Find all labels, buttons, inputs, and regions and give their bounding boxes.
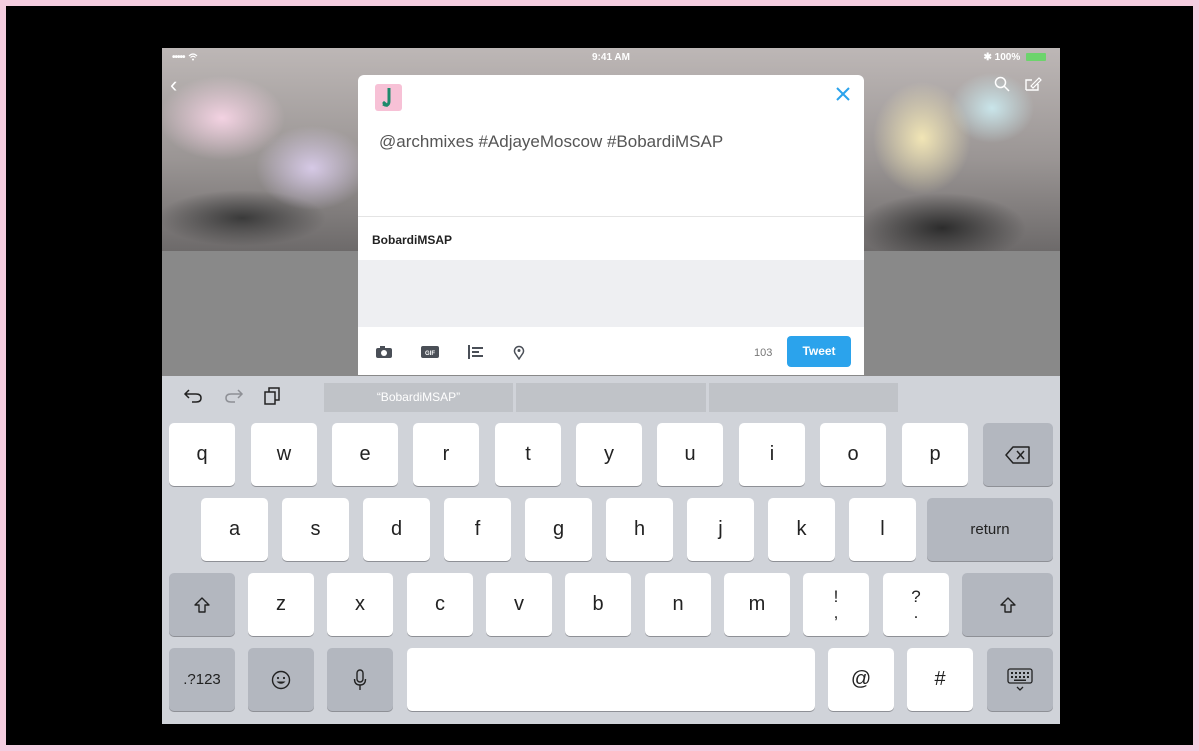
back-chevron-icon[interactable]: ‹ (170, 72, 177, 98)
character-count: 103 (754, 347, 773, 359)
paste-icon[interactable] (263, 387, 281, 405)
status-time: 9:41 AM (592, 52, 630, 63)
ipad-screen: ••••• 9:41 AM ✱ 100% ‹ @archmixes #Adjay… (162, 48, 1060, 724)
key-g[interactable]: g (525, 498, 592, 561)
poll-icon[interactable] (467, 345, 485, 359)
key-i[interactable]: i (739, 423, 805, 486)
tweet-text-field[interactable]: @archmixes #AdjayeMoscow #BobardiMSAP (379, 132, 723, 152)
emoji-key[interactable] (248, 648, 314, 711)
key-s[interactable]: s (282, 498, 349, 561)
keyboard: “BobardiMSAP” q w e r t y u i o p a s d … (162, 376, 1060, 724)
compose-icon[interactable] (1024, 76, 1042, 92)
shift-key-left[interactable] (169, 573, 235, 636)
return-key[interactable]: return (927, 498, 1053, 561)
divider (358, 216, 864, 217)
video-frame: ••••• 9:41 AM ✱ 100% ‹ @archmixes #Adjay… (6, 6, 1193, 745)
key-at[interactable]: @ (828, 648, 894, 711)
hashtag-suggestion[interactable]: BobardiMSAP (372, 233, 452, 247)
shift-icon (999, 596, 1016, 613)
key-j[interactable]: j (687, 498, 754, 561)
redo-icon[interactable] (224, 387, 244, 403)
key-hash[interactable]: # (907, 648, 973, 711)
key-u[interactable]: u (657, 423, 723, 486)
key-o[interactable]: o (820, 423, 886, 486)
key-exclaim-comma[interactable]: ! , (803, 573, 869, 636)
numbers-key[interactable]: .?123 (169, 648, 235, 711)
key-w[interactable]: w (251, 423, 317, 486)
key-x[interactable]: x (327, 573, 393, 636)
key-f[interactable]: f (444, 498, 511, 561)
suggestion-list-area (358, 260, 864, 327)
shift-key-right[interactable] (962, 573, 1053, 636)
undo-icon[interactable] (183, 387, 203, 403)
key-question-period[interactable]: ? . (883, 573, 949, 636)
key-p[interactable]: p (902, 423, 968, 486)
key-comma-label: , (833, 602, 839, 622)
key-d[interactable]: d (363, 498, 430, 561)
location-pin-icon[interactable] (513, 345, 525, 360)
delete-icon (1005, 445, 1030, 464)
key-v[interactable]: v (486, 573, 552, 636)
key-a[interactable]: a (201, 498, 268, 561)
tweet-button[interactable]: Tweet (787, 336, 851, 367)
key-b[interactable]: b (565, 573, 631, 636)
prediction-1[interactable]: “BobardiMSAP” (324, 383, 513, 412)
battery-indicator: ✱ 100% (983, 52, 1046, 63)
status-bar: ••••• 9:41 AM ✱ 100% (162, 48, 1060, 68)
svg-text:GIF: GIF (425, 351, 435, 357)
shortcut-bar: “BobardiMSAP” (162, 376, 1060, 414)
key-r[interactable]: r (413, 423, 479, 486)
dictation-key[interactable] (327, 648, 393, 711)
delete-key[interactable] (983, 423, 1053, 486)
composer-toolbar: GIF 103 Tweet (358, 327, 864, 375)
key-e[interactable]: e (332, 423, 398, 486)
battery-icon (1026, 53, 1046, 62)
search-icon[interactable] (994, 76, 1010, 92)
keyboard-dismiss-icon (1007, 667, 1033, 691)
gif-icon[interactable]: GIF (421, 345, 439, 359)
prediction-3[interactable] (709, 383, 898, 412)
key-l[interactable]: l (849, 498, 916, 561)
key-m[interactable]: m (724, 573, 790, 636)
key-q[interactable]: q (169, 423, 235, 486)
key-n[interactable]: n (645, 573, 711, 636)
camera-icon[interactable] (375, 345, 393, 359)
bluetooth-icon: ✱ (983, 52, 992, 63)
close-icon[interactable] (836, 87, 850, 101)
shift-icon (194, 596, 210, 613)
key-k[interactable]: k (768, 498, 835, 561)
key-c[interactable]: c (407, 573, 473, 636)
emoji-icon (271, 670, 291, 689)
key-z[interactable]: z (248, 573, 314, 636)
battery-percent: 100% (994, 52, 1021, 63)
key-t[interactable]: t (495, 423, 561, 486)
avatar-figure-icon (382, 88, 391, 108)
tweet-composer: @archmixes #AdjayeMoscow #BobardiMSAP Bo… (358, 75, 864, 375)
avatar (375, 84, 402, 111)
key-y[interactable]: y (576, 423, 642, 486)
hide-keyboard-key[interactable] (987, 648, 1053, 711)
space-bar[interactable] (407, 648, 815, 711)
key-period-label: . (913, 602, 919, 622)
key-h[interactable]: h (606, 498, 673, 561)
prediction-2[interactable] (516, 383, 706, 412)
microphone-icon (353, 668, 367, 690)
